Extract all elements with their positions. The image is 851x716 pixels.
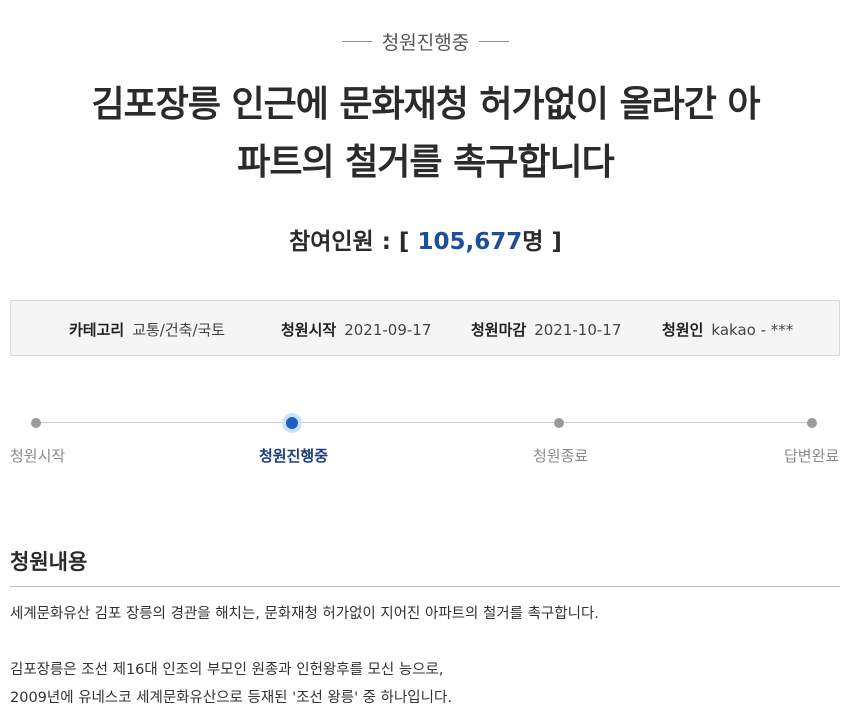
status-label: 청원진행중 [381,32,470,54]
petition-status: 청원진행중 [0,28,851,55]
content-paragraph-2: 김포장릉은 조선 제16대 인조의 부모인 원종과 인헌왕후를 모신 능으로, [10,662,444,678]
start-key: 청원시작 [281,321,337,339]
title-line-1: 김포장릉 인근에 문화재청 허가없이 올라간 아 [91,84,761,125]
info-author: 청원인 kakao - *** [662,319,793,340]
content-paragraph-1: 세계문화유산 김포 장릉의 경관을 해치는, 문화재청 허가없이 지어진 아파트… [10,606,599,622]
count-number: 105,677 [417,229,523,255]
start-value: 2021-09-17 [344,321,432,339]
title-line-2: 파트의 철거를 촉구합니다 [237,142,614,183]
step-label-start: 청원시작 [10,447,66,465]
petition-info-box: 카테고리 교통/건축/국토 청원시작 2021-09-17 청원마감 2021-10-… [10,300,840,356]
participant-count: 참여인원 : [ 105,677명 ] [0,222,851,256]
petition-progress: 청원시작 청원진행중 청원종료 답변완료 [0,405,851,465]
step-dot-answered [807,418,817,428]
author-key: 청원인 [662,321,704,339]
end-value: 2021-10-17 [534,321,622,339]
status-right-line [479,41,510,42]
progress-track [36,422,812,423]
category-key: 카테고리 [69,321,125,339]
step-label-closed: 청원종료 [533,447,589,465]
info-end-date: 청원마감 2021-10-17 [471,319,621,340]
info-start-date: 청원시작 2021-09-17 [281,319,431,340]
petition-title: 김포장릉 인근에 문화재청 허가없이 올라간 아 파트의 철거를 촉구합니다 [50,76,801,192]
section-divider [10,586,840,587]
count-unit: 명 ] [522,229,562,255]
info-category: 카테고리 교통/건축/국토 [69,319,225,340]
author-value: kakao - *** [711,321,794,339]
content-paragraph-3: 2009년에 유네스코 세계문화유산으로 등재된 '조선 왕릉' 중 하나입니다… [10,690,452,706]
step-label-in-progress: 청원진행중 [259,447,329,465]
step-label-answered: 답변완료 [784,447,840,465]
count-label: 참여인원 : [ [289,229,418,255]
step-dot-closed [554,418,564,428]
step-dot-in-progress [286,417,298,429]
category-value: 교통/건축/국토 [132,321,226,339]
status-left-line [341,41,372,42]
section-title: 청원내용 [10,550,88,574]
end-key: 청원마감 [471,321,527,339]
step-dot-start [31,418,41,428]
petition-content: 세계문화유산 김포 장릉의 경관을 해치는, 문화재청 허가없이 지어진 아파트… [10,600,840,712]
